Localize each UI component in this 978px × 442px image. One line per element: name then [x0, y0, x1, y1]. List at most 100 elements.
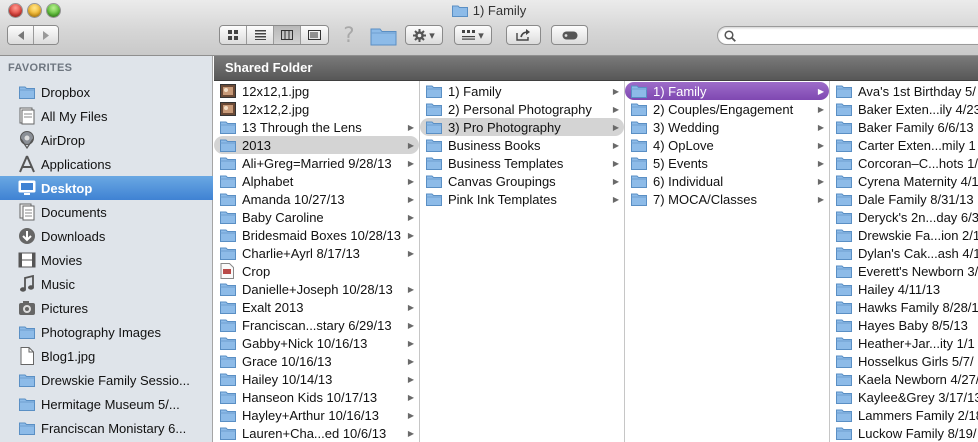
list-item[interactable]: 5) Events ▶ [625, 154, 829, 172]
list-item[interactable]: Crop [214, 262, 419, 280]
list-item[interactable]: Hawks Family 8/28/13 [830, 298, 978, 316]
list-item[interactable]: 1) Family ▶ [420, 82, 624, 100]
list-item[interactable]: 12x12,2.jpg [214, 100, 419, 118]
list-item[interactable]: Danielle+Joseph 10/28/13 ▶ [214, 280, 419, 298]
list-item[interactable]: 3) Pro Photography ▶ [420, 118, 624, 136]
sidebar-item-documents[interactable]: Documents [0, 200, 213, 224]
list-view-button[interactable] [247, 26, 274, 44]
list-item[interactable]: Kaela Newborn 4/27/ [830, 370, 978, 388]
list-item[interactable]: Corcoran–C...hots 1/ [830, 154, 978, 172]
list-item[interactable]: 2013 ▶ [214, 136, 419, 154]
list-item[interactable]: Kaylee&Grey 3/17/13 [830, 388, 978, 406]
list-item[interactable]: Charlie+Ayrl 8/17/13 ▶ [214, 244, 419, 262]
sidebar-item-photography-images[interactable]: Photography Images [0, 320, 213, 344]
list-item[interactable]: Hayes Baby 8/5/13 [830, 316, 978, 334]
list-item[interactable]: Hanseon Kids 10/17/13 ▶ [214, 388, 419, 406]
list-item[interactable]: Lammers Family 2/18 [830, 406, 978, 424]
back-button[interactable] [8, 26, 34, 44]
sidebar-item-all-my-files[interactable]: All My Files [0, 104, 213, 128]
coverflow-view-button[interactable] [301, 26, 328, 44]
list-item-label: 12x12,2.jpg [242, 101, 310, 117]
list-item[interactable]: Baker Exten...ily 4/23 [830, 100, 978, 118]
quick-look-icon[interactable]: ? [341, 23, 357, 49]
list-item[interactable]: 6) Individual ▶ [625, 172, 829, 190]
sidebar-item-desktop[interactable]: Desktop [0, 176, 213, 200]
forward-button[interactable] [34, 26, 58, 44]
list-item-label: Gabby+Nick 10/16/13 [242, 335, 368, 351]
list-item[interactable]: Ava's 1st Birthday 5/ [830, 82, 978, 100]
list-item[interactable]: Dylan's Cak...ash 4/1 [830, 244, 978, 262]
sidebar-item-airdrop[interactable]: AirDrop [0, 128, 213, 152]
sidebar-item-hermitage-museum-5[interactable]: Hermitage Museum 5/... [0, 392, 213, 416]
list-item[interactable]: Deryck's 2n...day 6/3 [830, 208, 978, 226]
sidebar-item-label: Blog1.jpg [41, 348, 96, 364]
sidebar-item-downloads[interactable]: Downloads [0, 224, 213, 248]
disclosure-arrow-icon: ▶ [407, 140, 415, 150]
list-item[interactable]: 2) Couples/Engagement ▶ [625, 100, 829, 118]
sidebar-item-dropbox[interactable]: Dropbox [0, 80, 213, 104]
list-item[interactable]: 3) Wedding ▶ [625, 118, 829, 136]
edit-tags-button[interactable] [551, 25, 588, 45]
sidebar-item-applications[interactable]: Applications [0, 152, 213, 176]
list-item[interactable]: 7) MOCA/Classes ▶ [625, 190, 829, 208]
list-item[interactable]: Hayley+Arthur 10/16/13 ▶ [214, 406, 419, 424]
list-item[interactable]: Everett's Newborn 3/ [830, 262, 978, 280]
share-button[interactable] [506, 25, 541, 45]
list-item[interactable]: Drewskie Fa...ion 2/1 [830, 226, 978, 244]
list-item-label: Baby Caroline [242, 209, 324, 225]
list-item[interactable]: Dale Family 8/31/13 [830, 190, 978, 208]
list-item[interactable]: Pink Ink Templates ▶ [420, 190, 624, 208]
folder-icon [220, 120, 236, 134]
list-item[interactable]: Carter Exten...mily 1 [830, 136, 978, 154]
list-item[interactable]: Luckow Family 8/19/ [830, 424, 978, 442]
list-item[interactable]: Cyrena Maternity 4/1 [830, 172, 978, 190]
folder-icon [631, 102, 647, 116]
list-item[interactable]: 4) OpLove ▶ [625, 136, 829, 154]
list-item[interactable]: Bridesmaid Boxes 10/28/13 ▶ [214, 226, 419, 244]
sidebar-item-franciscan-monistary-6[interactable]: Franciscan Monistary 6... [0, 416, 213, 440]
list-item[interactable]: 12x12,1.jpg [214, 82, 419, 100]
sidebar-item-music[interactable]: Music [0, 272, 213, 296]
action-menu-button[interactable]: ▾ [405, 25, 443, 45]
sidebar-item-drewskie-family-sessio[interactable]: Drewskie Family Sessio... [0, 368, 213, 392]
list-item[interactable]: Hosselkus Girls 5/7/ [830, 352, 978, 370]
sidebar-section-header: FAVORITES [8, 62, 73, 74]
list-item-label: Ali+Greg=Married 9/28/13 [242, 155, 392, 171]
search-field[interactable] [717, 26, 978, 45]
list-item[interactable]: Hailey 4/11/13 [830, 280, 978, 298]
icon-view-button[interactable] [220, 26, 247, 44]
list-item[interactable]: Lauren+Cha...ed 10/6/13 ▶ [214, 424, 419, 442]
list-item[interactable]: Business Templates ▶ [420, 154, 624, 172]
folder-icon [631, 192, 647, 206]
list-item[interactable]: Hailey 10/14/13 ▶ [214, 370, 419, 388]
sidebar-item-blog1-jpg[interactable]: Blog1.jpg [0, 344, 213, 368]
search-input[interactable] [740, 28, 974, 45]
list-item[interactable]: Business Books ▶ [420, 136, 624, 154]
list-item[interactable]: 13 Through the Lens ▶ [214, 118, 419, 136]
list-item[interactable]: 1) Family ▶ [625, 82, 829, 100]
disclosure-arrow-icon: ▶ [407, 410, 415, 420]
arrange-menu-button[interactable]: ▾ [454, 25, 492, 45]
list-item[interactable]: Heather+Jar...ity 1/1 [830, 334, 978, 352]
sidebar-item-label: Movies [41, 252, 83, 268]
column-3: 1) Family ▶ 2) Couples/Engagement ▶ 3) Weddi… [625, 81, 830, 442]
list-item[interactable]: Baker Family 6/6/13 [830, 118, 978, 136]
list-item[interactable]: Amanda 10/27/13 ▶ [214, 190, 419, 208]
folder-icon [220, 192, 236, 206]
column-view-button[interactable] [274, 26, 301, 44]
sidebar-item-movies[interactable]: Movies [0, 248, 213, 272]
list-item[interactable]: Baby Caroline ▶ [214, 208, 419, 226]
list-item[interactable]: Gabby+Nick 10/16/13 ▶ [214, 334, 419, 352]
disclosure-arrow-icon: ▶ [612, 104, 620, 114]
disclosure-arrow-icon: ▶ [407, 338, 415, 348]
list-item[interactable]: Franciscan...stary 6/29/13 ▶ [214, 316, 419, 334]
folder-icon [836, 336, 852, 350]
list-item[interactable]: Canvas Groupings ▶ [420, 172, 624, 190]
list-item[interactable]: Grace 10/16/13 ▶ [214, 352, 419, 370]
sidebar-item-pictures[interactable]: Pictures [0, 296, 213, 320]
new-folder-icon[interactable] [370, 26, 397, 49]
list-item[interactable]: 2) Personal Photography ▶ [420, 100, 624, 118]
list-item[interactable]: Exalt 2013 ▶ [214, 298, 419, 316]
list-item[interactable]: Ali+Greg=Married 9/28/13 ▶ [214, 154, 419, 172]
list-item[interactable]: Alphabet ▶ [214, 172, 419, 190]
